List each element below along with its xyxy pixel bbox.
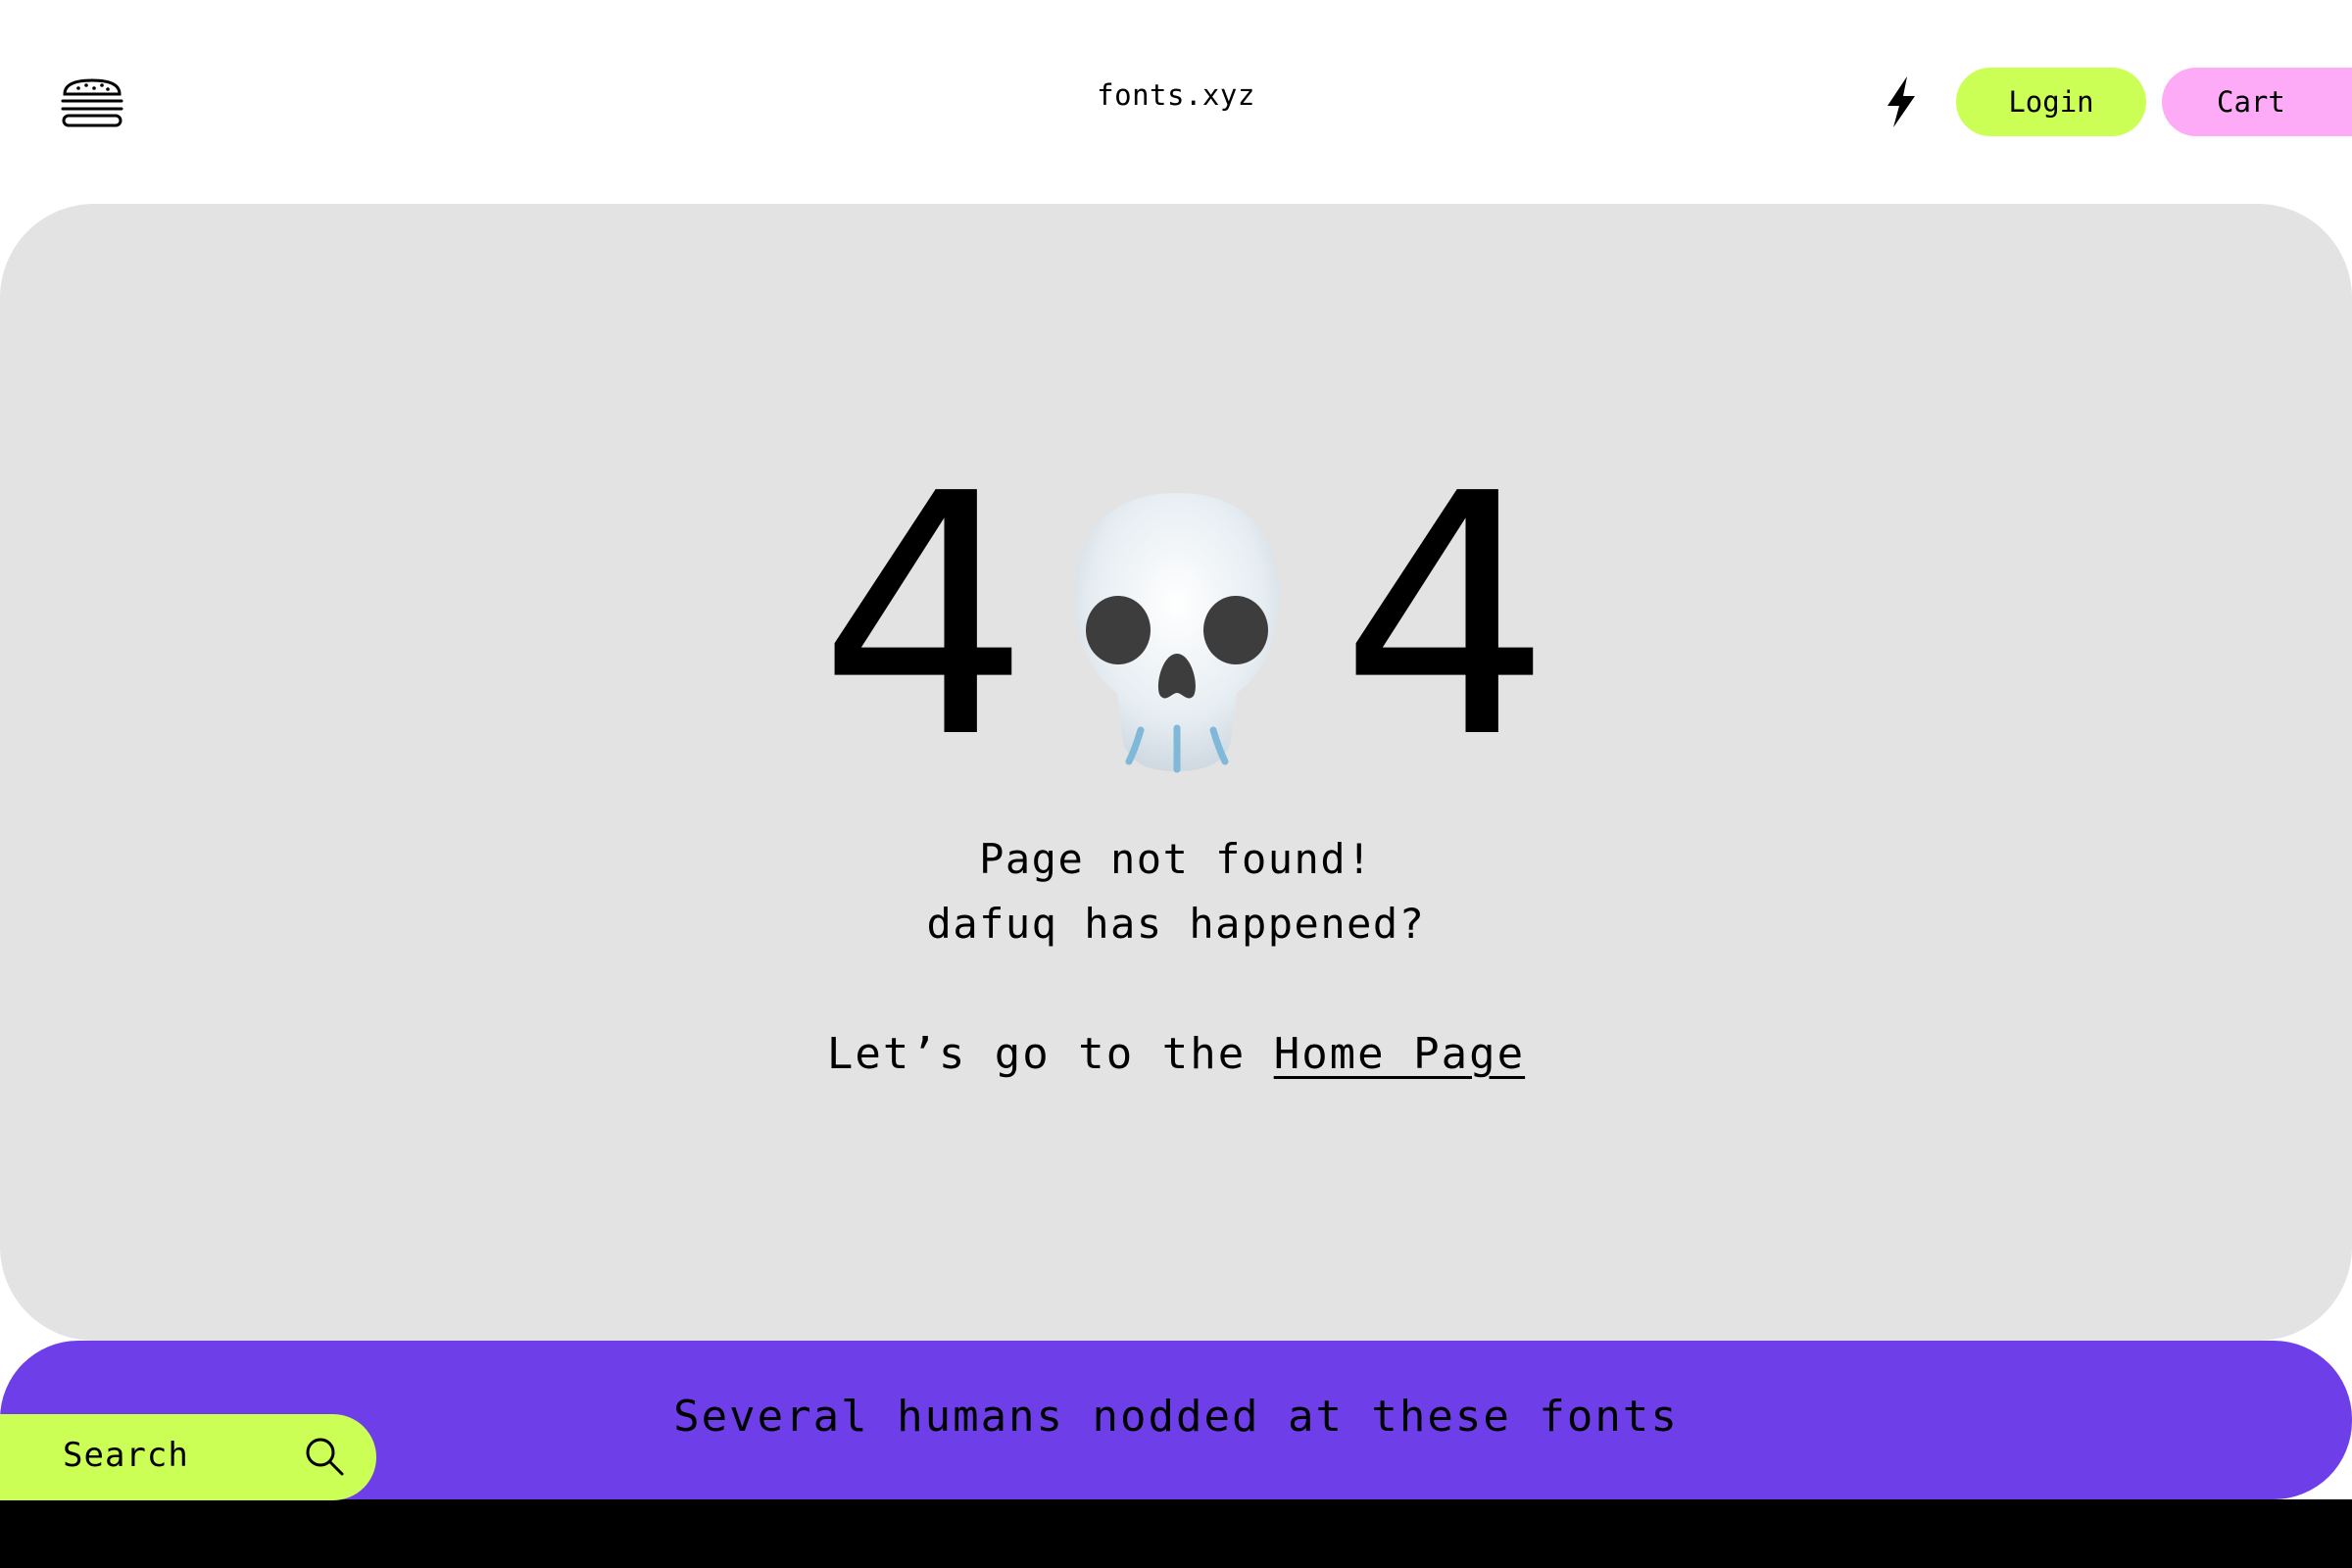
search-button[interactable]: Search — [0, 1414, 376, 1500]
error-digit-right: 4 — [1340, 423, 1552, 811]
search-label: Search — [63, 1436, 189, 1475]
error-message-title: Page not found! — [979, 835, 1373, 883]
skull-icon — [1053, 485, 1301, 779]
home-prompt: Let’s go to the Home Page — [0, 1029, 2352, 1079]
footer — [0, 1499, 2352, 1568]
cart-button[interactable]: Cart — [2162, 68, 2352, 136]
burger-menu-icon[interactable] — [59, 74, 125, 129]
error-digit-left: 4 — [818, 423, 1031, 811]
error-message-subtitle: dafuq has happened? — [926, 900, 1426, 948]
site-logo[interactable]: fonts.xyz — [1078, 78, 1274, 112]
header: fonts.xyz Login Cart — [0, 0, 2352, 204]
home-prompt-text: Let’s go to the — [826, 1029, 1274, 1079]
login-button[interactable]: Login — [1956, 68, 2146, 136]
home-page-link[interactable]: Home Page — [1274, 1029, 1525, 1079]
lightning-bolt-icon[interactable] — [1878, 74, 1925, 129]
error-code-404: 4 4 — [0, 423, 2352, 811]
search-icon — [304, 1436, 345, 1477]
page: fonts.xyz Login Cart 4 4 Page not found!… — [0, 0, 2352, 1568]
